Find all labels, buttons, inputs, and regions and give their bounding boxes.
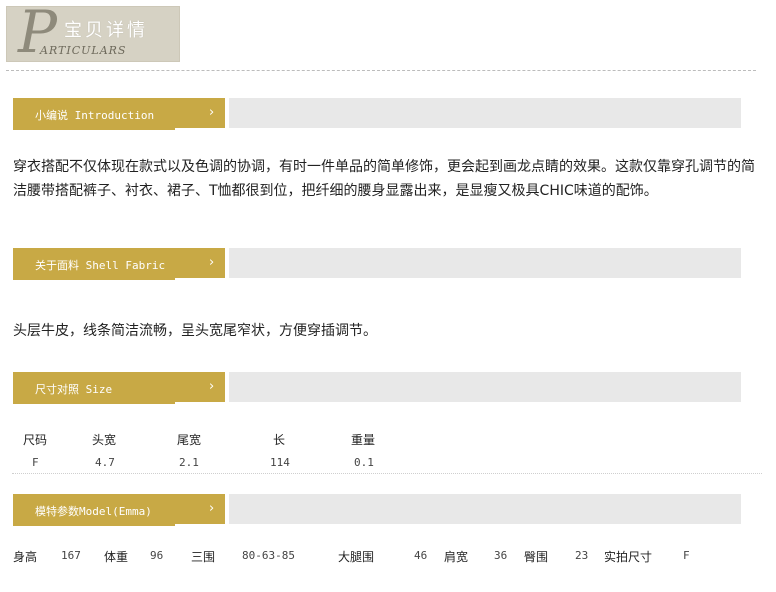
model-param-value: 80-63-85 <box>242 549 295 562</box>
section-header-model: 模特参数Model(Emma) › <box>13 494 741 526</box>
logo-en-text: ARTICULARS <box>40 44 127 57</box>
section-bar <box>229 248 741 278</box>
size-cell: 0.1 <box>354 456 374 469</box>
size-cell: 4.7 <box>95 456 115 469</box>
size-header: 重量 <box>351 433 376 447</box>
header-divider <box>6 70 756 71</box>
size-header: 尺码 <box>23 433 48 447</box>
model-param-value: 167 <box>61 549 81 562</box>
details-logo: P 宝贝详情 ARTICULARS <box>6 2 180 62</box>
size-cell: 2.1 <box>179 456 199 469</box>
section-bar <box>229 494 741 524</box>
section-bar <box>229 372 741 402</box>
chevron-right-icon: › <box>209 379 215 394</box>
intro-text: 穿衣搭配不仅体现在款式以及色调的协调，有时一件单品的简单修饰，更会起到画龙点睛的… <box>13 159 755 199</box>
model-param-label: 大腿围 <box>338 550 375 564</box>
logo-cn-text: 宝贝详情 <box>64 20 148 41</box>
section-title: 模特参数Model(Emma) <box>35 505 152 518</box>
size-header: 长 <box>273 433 286 447</box>
section-tab: 尺寸对照 Size › <box>13 372 225 404</box>
section-bar <box>229 98 741 128</box>
chevron-right-icon: › <box>209 255 215 270</box>
section-tab: 关于面料 Shell Fabric › <box>13 248 225 280</box>
model-param-label: 实拍尺寸 <box>604 550 653 564</box>
section-title: 关于面料 Shell Fabric <box>35 259 166 272</box>
section-tab: 模特参数Model(Emma) › <box>13 494 225 526</box>
section-tab: 小编说 Introduction › <box>13 98 225 130</box>
model-param-value: 36 <box>494 549 508 562</box>
section-header-intro: 小编说 Introduction › <box>13 98 741 130</box>
fabric-text: 头层牛皮，线条简洁流畅，呈头宽尾窄状，方便穿插调节。 <box>13 323 377 339</box>
section-header-fabric: 关于面料 Shell Fabric › <box>13 248 741 280</box>
size-cell: 114 <box>270 456 290 469</box>
size-header: 头宽 <box>92 433 117 447</box>
model-param-value: 96 <box>150 549 164 562</box>
table-divider <box>12 473 762 474</box>
model-param-value: F <box>683 549 690 562</box>
chevron-right-icon: › <box>209 501 215 516</box>
section-header-size: 尺寸对照 Size › <box>13 372 741 404</box>
chevron-right-icon: › <box>209 105 215 120</box>
model-param-label: 臀围 <box>524 550 549 564</box>
model-param-value: 46 <box>414 549 428 562</box>
model-param-label: 肩宽 <box>444 550 469 564</box>
size-cell: F <box>32 456 39 469</box>
size-header: 尾宽 <box>177 433 202 447</box>
section-title: 小编说 Introduction <box>35 109 155 122</box>
model-param-label: 身高 <box>13 550 38 564</box>
model-param-label: 三围 <box>191 550 216 564</box>
section-title: 尺寸对照 Size <box>35 383 113 396</box>
model-param-label: 体重 <box>104 550 129 564</box>
model-param-value: 23 <box>575 549 589 562</box>
